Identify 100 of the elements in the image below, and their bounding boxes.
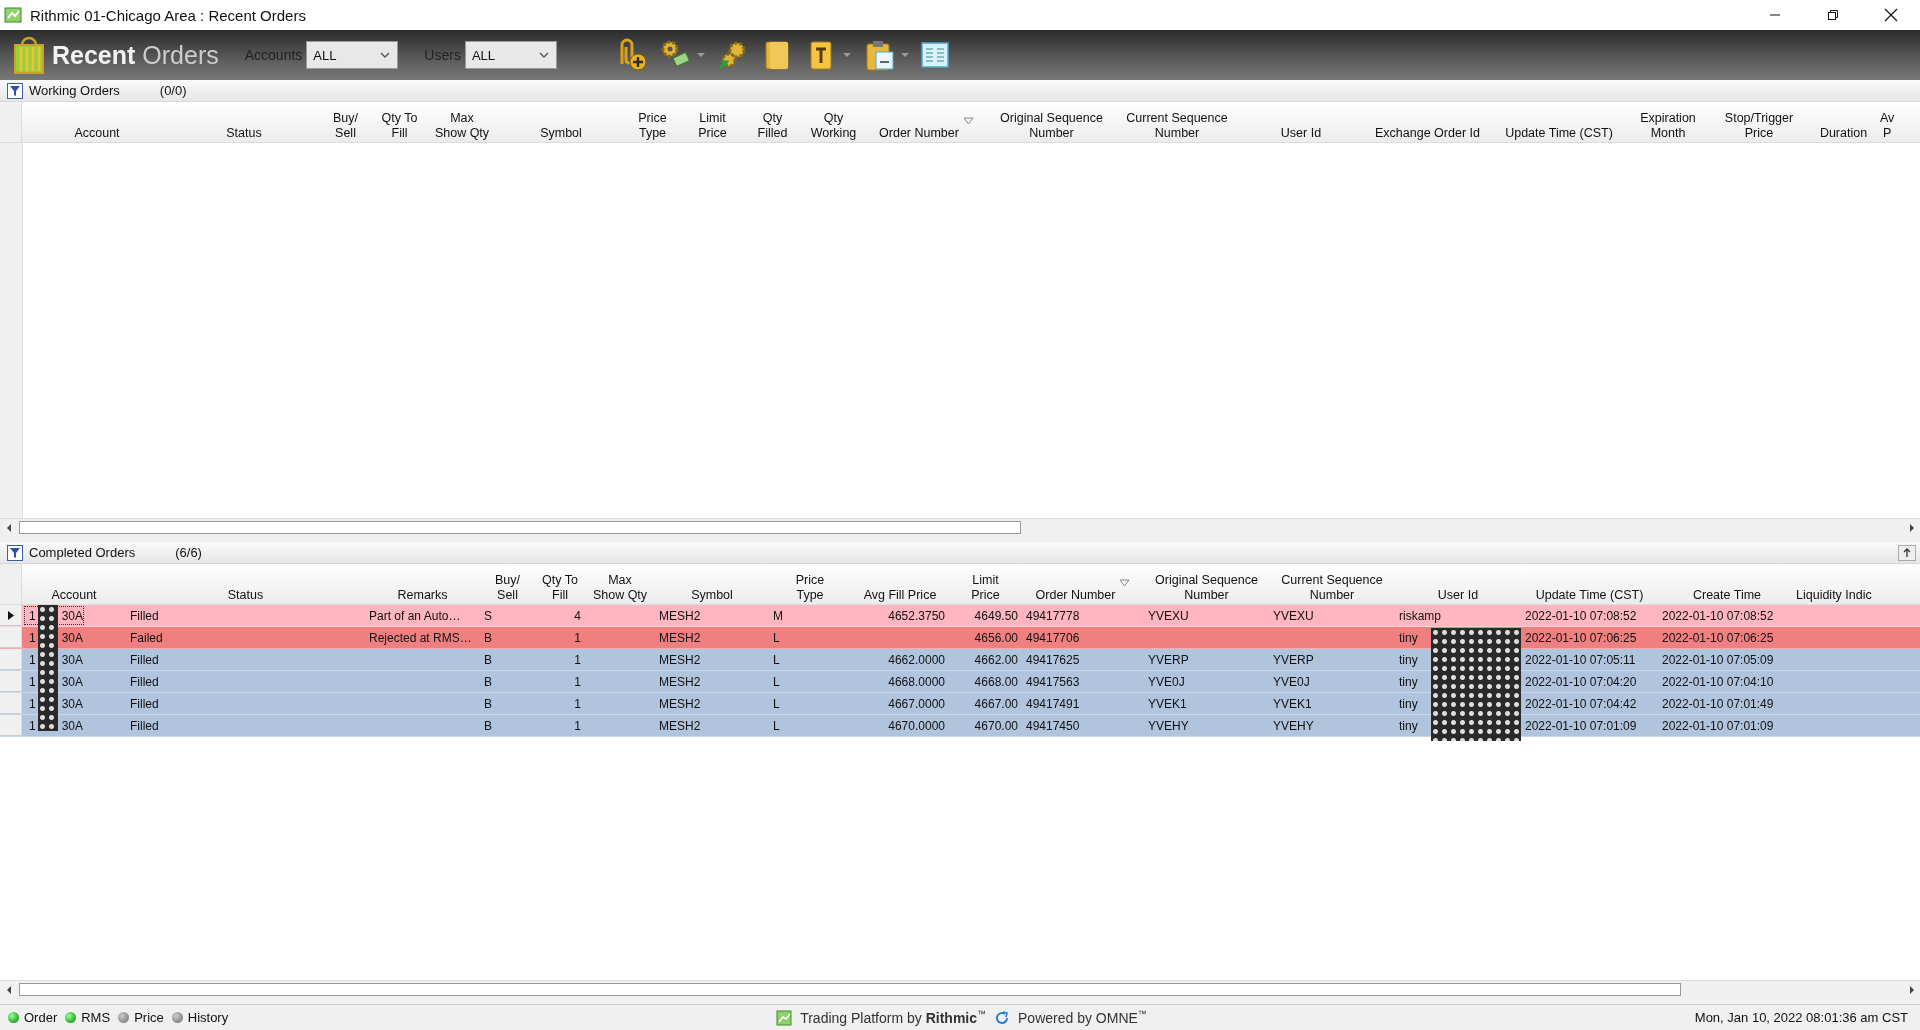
filter-button[interactable] <box>7 544 23 561</box>
status-label: Price <box>134 1010 164 1025</box>
order-row[interactable]: 1 30A Filled Part of an Auto… S 4 MESH2 M 4652.3750 4649.50 49417778 YVEXU YVEXU riskamp 2022-01-10 07:08:52 2022-01-10 07:08:52 <box>0 605 1920 627</box>
column-header[interactable]: Buy/ Sell <box>316 102 375 142</box>
order-count: (0/0) <box>159 83 187 98</box>
table-cell: 1 <box>574 652 581 667</box>
filter-button[interactable] <box>7 82 23 99</box>
table-cell: YVE0J <box>1273 674 1310 689</box>
column-header[interactable]: Remarks <box>365 564 480 604</box>
table-cell: MESH2 <box>659 718 701 733</box>
table-cell: YVEXU <box>1148 608 1189 623</box>
scrollbar-thumb[interactable] <box>19 983 1681 996</box>
column-header[interactable]: Buy/ Sell <box>480 564 535 604</box>
table-cell: 2022-01-10 07:01:09 <box>1662 718 1774 733</box>
chart-icon <box>776 1009 793 1026</box>
column-header[interactable]: Limit Price <box>949 564 1022 604</box>
column-header[interactable]: Liquidity Indic <box>1796 564 1920 604</box>
column-header[interactable]: Av P <box>1880 102 1920 142</box>
column-header[interactable]: Order Number <box>1022 564 1144 604</box>
column-header[interactable]: Original Sequence Number <box>989 102 1114 142</box>
order-row[interactable]: 1 30A Failed Rejected at RMS… B 1 MESH2 L 4656.00 49417706 tiny 2022-01-10 07:06:25 2022-01-10 07:06:25 <box>0 627 1920 649</box>
table-cell: YVERP <box>1273 652 1314 667</box>
column-header[interactable]: Qty To Fill <box>375 102 424 142</box>
order-row[interactable]: 1 30A Filled B 1 MESH2 L 4667.0000 4667.00 49417491 YVEK1 YVEK1 tiny 2022-01-10 07:04:42 2022-01-10 07:01:49 <box>0 693 1920 715</box>
table-cell: 1 <box>574 630 581 645</box>
table-cell: 2022-01-10 07:04:20 <box>1525 674 1637 689</box>
sort-icon <box>962 117 974 125</box>
column-header[interactable]: Symbol <box>500 102 622 142</box>
dropdown-field[interactable]: ALL <box>464 41 557 69</box>
column-header[interactable]: Exchange Order Id <box>1362 102 1493 142</box>
table-cell: MESH2 <box>659 652 701 667</box>
column-header[interactable]: Update Time (CST) <box>1493 102 1625 142</box>
table-cell: tiny <box>1399 652 1418 667</box>
table-cell: tiny <box>1399 630 1418 645</box>
column-header[interactable]: Qty Filled <box>742 102 803 142</box>
table-cell: L <box>773 674 780 689</box>
column-header[interactable]: Status <box>172 102 316 142</box>
column-header[interactable]: Max Show Qty <box>424 102 500 142</box>
column-header[interactable]: Account <box>22 102 172 142</box>
table-cell: 49417450 <box>1026 718 1080 733</box>
dropdown-field[interactable]: ALL <box>306 41 399 69</box>
table-cell-text: 1 30A <box>28 652 84 667</box>
shopping-bag-icon <box>12 35 46 75</box>
table-cell: 1 <box>574 718 581 733</box>
caret-icon <box>695 52 706 58</box>
column-header[interactable]: Account <box>22 564 126 604</box>
table-cell: tiny <box>1399 696 1418 711</box>
table-cell: MESH2 <box>659 608 701 623</box>
status-datetime: Mon, Jan 10, 2022 08:01:36 am CST <box>1694 1010 1908 1025</box>
table-cell: L <box>773 652 780 667</box>
column-header[interactable]: User Id <box>1240 102 1362 142</box>
table-cell-text: 1 30A <box>28 674 84 689</box>
column-header[interactable]: User Id <box>1395 564 1521 604</box>
column-header[interactable]: Avg Fill Price <box>851 564 949 604</box>
column-header[interactable]: Stop/Trigger Price <box>1711 102 1807 142</box>
column-header[interactable]: Limit Price <box>683 102 742 142</box>
table-cell: Filled <box>130 652 159 667</box>
column-header[interactable]: Price Type <box>769 564 851 604</box>
column-header[interactable]: Current Sequence Number <box>1269 564 1395 604</box>
table-cell: 2022-01-10 07:01:09 <box>1525 718 1637 733</box>
table-cell: B <box>484 718 492 733</box>
table-cell: YVEXU <box>1273 608 1314 623</box>
column-header[interactable]: Qty To Fill <box>535 564 585 604</box>
table-cell: 4649.50 <box>974 608 1018 623</box>
table-cell: 2022-01-10 07:01:49 <box>1662 696 1774 711</box>
order-row[interactable]: 1 30A Filled B 1 MESH2 L 4670.0000 4670.00 49417450 YVEHY YVEHY tiny 2022-01-10 07:01:09 2022-01-10 07:01:09 <box>0 715 1920 737</box>
column-header[interactable]: Expiration Month <box>1625 102 1711 142</box>
column-header[interactable]: Current Sequence Number <box>1114 102 1240 142</box>
table-cell: S <box>484 608 492 623</box>
table-cell: 4652.3750 <box>888 608 945 623</box>
table-cell: B <box>484 696 492 711</box>
table-cell: L <box>773 696 780 711</box>
column-header[interactable]: Create Time <box>1658 564 1796 604</box>
arrow-up-icon[interactable] <box>1898 544 1916 561</box>
column-header[interactable]: Update Time (CST) <box>1521 564 1658 604</box>
table-cell: 2022-01-10 07:05:11 <box>1525 652 1636 667</box>
order-row[interactable]: 1 30A Filled B 1 MESH2 L 4668.0000 4668.00 49417563 YVE0J YVE0J tiny 2022-01-10 07:04:20 2022-01-10 07:04:10 <box>0 671 1920 693</box>
column-header[interactable]: Status <box>126 564 365 604</box>
column-header[interactable]: Max Show Qty <box>585 564 655 604</box>
table-cell: YVEK1 <box>1273 696 1312 711</box>
table-cell: 4670.00 <box>974 718 1018 733</box>
column-header[interactable]: Symbol <box>655 564 769 604</box>
refresh-icon <box>994 1009 1011 1026</box>
scrollbar-thumb[interactable] <box>19 521 1021 534</box>
column-header[interactable]: Qty Working <box>803 102 864 142</box>
column-header[interactable]: Price Type <box>622 102 683 142</box>
column-header[interactable]: Original Sequence Number <box>1144 564 1269 604</box>
table-cell: YVE0J <box>1148 674 1185 689</box>
table-cell: YVEHY <box>1148 718 1189 733</box>
table-cell: 2022-01-10 07:04:10 <box>1662 674 1774 689</box>
table-cell: YVEK1 <box>1148 696 1187 711</box>
order-count: (6/6) <box>175 545 202 560</box>
table-cell: 2022-01-10 07:06:25 <box>1662 630 1774 645</box>
column-header[interactable]: Duration <box>1807 102 1880 142</box>
table-cell: L <box>773 630 780 645</box>
table-cell: Filled <box>130 718 159 733</box>
column-header[interactable]: Order Number <box>864 102 989 142</box>
order-row[interactable]: 1 30A Filled B 1 MESH2 L 4662.0000 4662.00 49417625 YVERP YVERP tiny 2022-01-10 07:05:11 2022-01-10 07:05:09 <box>0 649 1920 671</box>
table-cell: B <box>484 652 492 667</box>
row-header[interactable] <box>0 605 22 626</box>
